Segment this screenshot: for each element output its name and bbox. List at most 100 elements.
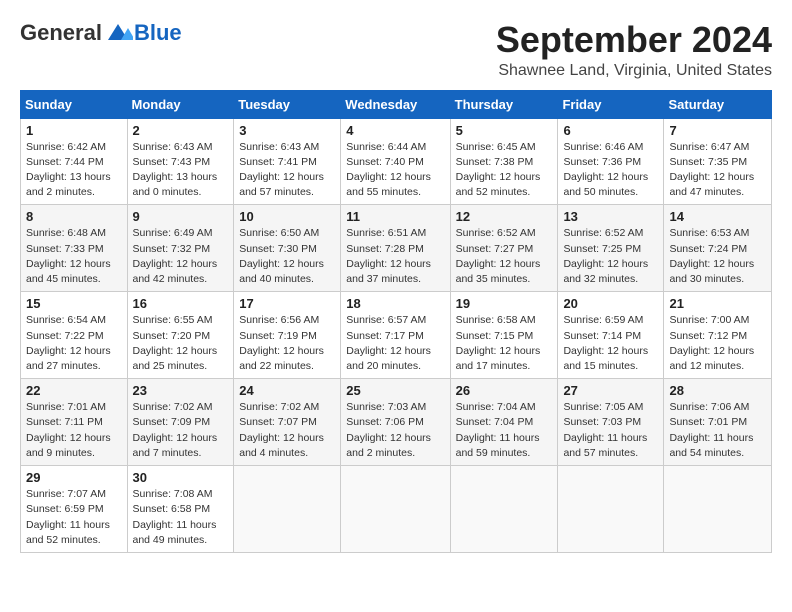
calendar-cell: 27 Sunrise: 7:05 AMSunset: 7:03 PMDaylig… [558,379,664,466]
calendar-cell: 11 Sunrise: 6:51 AMSunset: 7:28 PMDaylig… [341,205,450,292]
day-number: 19 [456,296,553,311]
calendar-cell: 12 Sunrise: 6:52 AMSunset: 7:27 PMDaylig… [450,205,558,292]
calendar-cell: 24 Sunrise: 7:02 AMSunset: 7:07 PMDaylig… [234,379,341,466]
day-info: Sunrise: 7:01 AMSunset: 7:11 PMDaylight:… [26,401,111,459]
day-number: 23 [133,383,229,398]
logo-icon [103,22,133,44]
day-info: Sunrise: 6:52 AMSunset: 7:25 PMDaylight:… [563,227,648,285]
calendar-table: SundayMondayTuesdayWednesdayThursdayFrid… [20,90,772,553]
calendar-week-row: 1 Sunrise: 6:42 AMSunset: 7:44 PMDayligh… [21,118,772,205]
calendar-cell: 26 Sunrise: 7:04 AMSunset: 7:04 PMDaylig… [450,379,558,466]
day-info: Sunrise: 7:06 AMSunset: 7:01 PMDaylight:… [669,401,753,459]
day-number: 13 [563,209,658,224]
day-info: Sunrise: 6:46 AMSunset: 7:36 PMDaylight:… [563,141,648,199]
calendar-cell: 7 Sunrise: 6:47 AMSunset: 7:35 PMDayligh… [664,118,772,205]
day-info: Sunrise: 7:03 AMSunset: 7:06 PMDaylight:… [346,401,431,459]
day-info: Sunrise: 6:43 AMSunset: 7:41 PMDaylight:… [239,141,324,199]
day-info: Sunrise: 6:50 AMSunset: 7:30 PMDaylight:… [239,227,324,285]
day-number: 22 [26,383,122,398]
logo: General Blue [20,20,182,46]
calendar-cell: 8 Sunrise: 6:48 AMSunset: 7:33 PMDayligh… [21,205,128,292]
day-number: 10 [239,209,335,224]
calendar-cell: 30 Sunrise: 7:08 AMSunset: 6:58 PMDaylig… [127,466,234,553]
calendar-cell: 17 Sunrise: 6:56 AMSunset: 7:19 PMDaylig… [234,292,341,379]
calendar-day-header: Sunday [21,90,128,118]
calendar-cell: 28 Sunrise: 7:06 AMSunset: 7:01 PMDaylig… [664,379,772,466]
calendar-cell: 6 Sunrise: 6:46 AMSunset: 7:36 PMDayligh… [558,118,664,205]
day-number: 3 [239,123,335,138]
calendar-week-row: 8 Sunrise: 6:48 AMSunset: 7:33 PMDayligh… [21,205,772,292]
logo-blue-text: Blue [134,20,182,46]
calendar-cell [450,466,558,553]
calendar-cell: 25 Sunrise: 7:03 AMSunset: 7:06 PMDaylig… [341,379,450,466]
calendar-cell: 20 Sunrise: 6:59 AMSunset: 7:14 PMDaylig… [558,292,664,379]
day-info: Sunrise: 6:51 AMSunset: 7:28 PMDaylight:… [346,227,431,285]
day-number: 4 [346,123,444,138]
calendar-cell: 23 Sunrise: 7:02 AMSunset: 7:09 PMDaylig… [127,379,234,466]
calendar-cell: 29 Sunrise: 7:07 AMSunset: 6:59 PMDaylig… [21,466,128,553]
calendar-cell: 18 Sunrise: 6:57 AMSunset: 7:17 PMDaylig… [341,292,450,379]
day-number: 14 [669,209,766,224]
day-number: 7 [669,123,766,138]
calendar-cell: 3 Sunrise: 6:43 AMSunset: 7:41 PMDayligh… [234,118,341,205]
calendar-cell [664,466,772,553]
day-info: Sunrise: 6:58 AMSunset: 7:15 PMDaylight:… [456,314,541,372]
day-number: 16 [133,296,229,311]
day-info: Sunrise: 6:48 AMSunset: 7:33 PMDaylight:… [26,227,111,285]
calendar-cell: 5 Sunrise: 6:45 AMSunset: 7:38 PMDayligh… [450,118,558,205]
day-number: 29 [26,470,122,485]
day-info: Sunrise: 6:52 AMSunset: 7:27 PMDaylight:… [456,227,541,285]
calendar-cell: 2 Sunrise: 6:43 AMSunset: 7:43 PMDayligh… [127,118,234,205]
calendar-cell: 16 Sunrise: 6:55 AMSunset: 7:20 PMDaylig… [127,292,234,379]
day-number: 24 [239,383,335,398]
day-number: 26 [456,383,553,398]
calendar-cell [234,466,341,553]
day-info: Sunrise: 7:02 AMSunset: 7:07 PMDaylight:… [239,401,324,459]
calendar-cell [341,466,450,553]
calendar-cell: 4 Sunrise: 6:44 AMSunset: 7:40 PMDayligh… [341,118,450,205]
calendar-cell: 1 Sunrise: 6:42 AMSunset: 7:44 PMDayligh… [21,118,128,205]
day-info: Sunrise: 6:57 AMSunset: 7:17 PMDaylight:… [346,314,431,372]
day-number: 28 [669,383,766,398]
day-number: 20 [563,296,658,311]
day-info: Sunrise: 6:42 AMSunset: 7:44 PMDaylight:… [26,141,111,199]
day-info: Sunrise: 7:00 AMSunset: 7:12 PMDaylight:… [669,314,754,372]
calendar-day-header: Friday [558,90,664,118]
month-title: September 2024 [496,20,772,60]
day-info: Sunrise: 6:49 AMSunset: 7:32 PMDaylight:… [133,227,218,285]
day-info: Sunrise: 6:53 AMSunset: 7:24 PMDaylight:… [669,227,754,285]
day-info: Sunrise: 6:47 AMSunset: 7:35 PMDaylight:… [669,141,754,199]
day-number: 6 [563,123,658,138]
day-number: 11 [346,209,444,224]
calendar-cell: 15 Sunrise: 6:54 AMSunset: 7:22 PMDaylig… [21,292,128,379]
calendar-week-row: 15 Sunrise: 6:54 AMSunset: 7:22 PMDaylig… [21,292,772,379]
day-number: 1 [26,123,122,138]
calendar-week-row: 22 Sunrise: 7:01 AMSunset: 7:11 PMDaylig… [21,379,772,466]
day-info: Sunrise: 7:04 AMSunset: 7:04 PMDaylight:… [456,401,540,459]
calendar-cell: 9 Sunrise: 6:49 AMSunset: 7:32 PMDayligh… [127,205,234,292]
day-number: 27 [563,383,658,398]
day-info: Sunrise: 7:08 AMSunset: 6:58 PMDaylight:… [133,488,217,546]
title-block: September 2024 Shawnee Land, Virginia, U… [496,20,772,80]
day-number: 8 [26,209,122,224]
calendar-day-header: Saturday [664,90,772,118]
day-info: Sunrise: 7:05 AMSunset: 7:03 PMDaylight:… [563,401,647,459]
day-number: 18 [346,296,444,311]
calendar-day-header: Wednesday [341,90,450,118]
day-info: Sunrise: 6:45 AMSunset: 7:38 PMDaylight:… [456,141,541,199]
calendar-cell: 22 Sunrise: 7:01 AMSunset: 7:11 PMDaylig… [21,379,128,466]
calendar-cell: 19 Sunrise: 6:58 AMSunset: 7:15 PMDaylig… [450,292,558,379]
location-title: Shawnee Land, Virginia, United States [496,62,772,80]
day-info: Sunrise: 6:56 AMSunset: 7:19 PMDaylight:… [239,314,324,372]
day-info: Sunrise: 6:55 AMSunset: 7:20 PMDaylight:… [133,314,218,372]
day-number: 30 [133,470,229,485]
day-info: Sunrise: 7:02 AMSunset: 7:09 PMDaylight:… [133,401,218,459]
calendar-cell [558,466,664,553]
day-info: Sunrise: 6:43 AMSunset: 7:43 PMDaylight:… [133,141,218,199]
calendar-day-header: Tuesday [234,90,341,118]
calendar-day-header: Thursday [450,90,558,118]
calendar-cell: 10 Sunrise: 6:50 AMSunset: 7:30 PMDaylig… [234,205,341,292]
day-number: 17 [239,296,335,311]
day-number: 12 [456,209,553,224]
calendar-cell: 21 Sunrise: 7:00 AMSunset: 7:12 PMDaylig… [664,292,772,379]
